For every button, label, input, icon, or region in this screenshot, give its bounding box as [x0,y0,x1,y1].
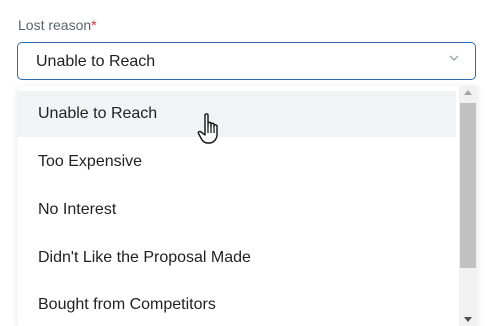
option-bought-from-competitors[interactable]: Bought from Competitors [18,282,456,326]
scroll-up-arrow-icon[interactable] [464,90,472,95]
selected-value: Unable to Reach [36,53,156,70]
option-didnt-like-proposal[interactable]: Didn't Like the Proposal Made [18,235,456,281]
option-too-expensive[interactable]: Too Expensive [18,139,456,185]
required-asterisk: * [91,17,97,33]
lost-reason-label-text: Lost reason [18,17,92,33]
lost-reason-select[interactable]: Unable to Reach [17,42,476,80]
scroll-down-arrow-icon[interactable] [464,317,472,322]
option-unable-to-reach[interactable]: Unable to Reach [18,91,456,137]
chevron-down-icon[interactable] [447,53,461,63]
option-no-interest[interactable]: No Interest [18,187,456,233]
lost-reason-label: Lost reason* [18,17,97,33]
hand-pointer-cursor-icon [197,113,218,144]
scrollbar-thumb[interactable] [460,103,476,268]
options-dropdown: Unable to Reach Too Expensive No Interes… [18,86,477,326]
dropdown-scrollbar[interactable] [459,86,477,326]
